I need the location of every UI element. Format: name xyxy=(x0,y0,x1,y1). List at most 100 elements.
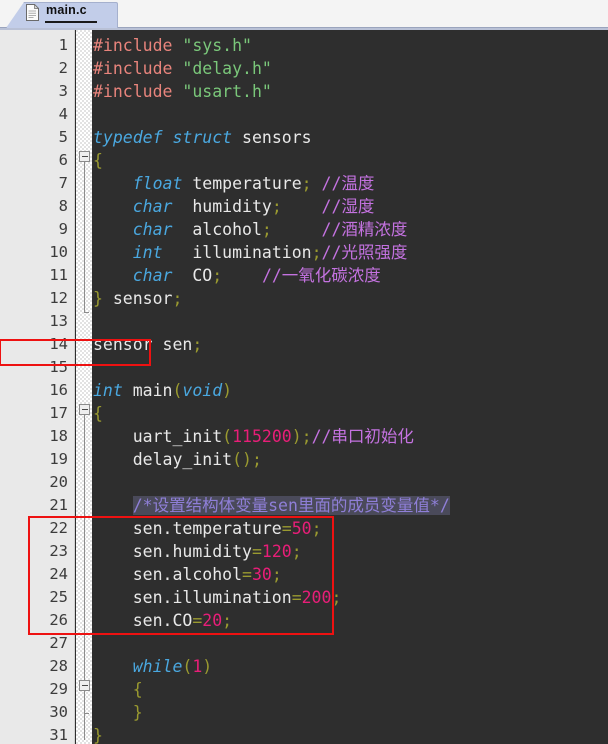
code-line[interactable]: { xyxy=(93,149,103,172)
code-token-pun: ); xyxy=(291,427,312,446)
code-token-brc: { xyxy=(93,404,103,423)
code-token-brc: } xyxy=(132,703,143,722)
code-line[interactable]: uart_init(115200);//串口初始化 xyxy=(93,425,414,448)
code-line[interactable]: sen.humidity=120; xyxy=(93,540,302,563)
code-line[interactable]: int main(void) xyxy=(93,379,232,402)
code-token-pun: ( xyxy=(222,427,233,446)
line-number: 30 xyxy=(49,703,68,721)
code-token-num: 20 xyxy=(202,611,223,630)
code-token-kw: int xyxy=(132,243,163,262)
code-token-kw: while xyxy=(132,657,183,676)
code-token-id xyxy=(93,197,133,216)
code-line[interactable]: #include "delay.h" xyxy=(93,57,272,80)
line-number: 19 xyxy=(49,450,68,468)
code-line[interactable]: #include "usart.h" xyxy=(93,80,272,103)
code-token-str: "usart.h" xyxy=(182,82,272,101)
code-token-pun: ; xyxy=(331,588,342,607)
code-token-kw: struct xyxy=(172,128,233,147)
code-token-id xyxy=(172,36,182,55)
code-line[interactable]: { xyxy=(93,678,143,701)
code-token-brc: { xyxy=(132,680,143,699)
code-token-kw: float xyxy=(132,174,183,193)
code-line[interactable]: #include "sys.h" xyxy=(93,34,252,57)
line-number: 17 xyxy=(49,404,68,422)
code-line[interactable]: sen.temperature=50; xyxy=(93,517,322,540)
code-token-id: uart_init xyxy=(93,427,223,446)
line-number: 1 xyxy=(58,36,68,54)
code-token-id xyxy=(93,220,133,239)
code-token-kw: typedef xyxy=(93,128,163,147)
code-token-pun: ) xyxy=(202,657,213,676)
code-token-cmt: //串口初始化 xyxy=(311,427,414,446)
line-number: 21 xyxy=(49,496,68,514)
code-line[interactable]: } xyxy=(93,724,103,744)
code-token-id xyxy=(172,82,182,101)
code-line[interactable]: while(1) xyxy=(93,655,212,678)
code-token-pp: #include xyxy=(93,59,173,78)
code-token-cmt: //一氧化碳浓度 xyxy=(261,266,381,285)
code-line[interactable]: char alcohol; //酒精浓度 xyxy=(93,218,408,241)
code-token-num: 50 xyxy=(291,519,312,538)
code-token-pun: ; xyxy=(261,220,272,239)
code-token-id xyxy=(172,59,182,78)
code-token-id: humidity xyxy=(172,197,272,216)
code-line[interactable]: { xyxy=(93,402,103,425)
code-line[interactable]: char CO; //一氧化碳浓度 xyxy=(93,264,381,287)
line-number: 5 xyxy=(58,128,68,146)
code-token-cmt: //光照强度 xyxy=(321,243,408,262)
code-line[interactable]: } xyxy=(93,701,143,724)
code-token-pun: = xyxy=(291,588,302,607)
code-token-pun: ; xyxy=(271,565,282,584)
code-token-id xyxy=(222,266,262,285)
code-token-cmt2: /*设置结构体变量sen里面的成员变量值*/ xyxy=(132,496,450,515)
line-number: 9 xyxy=(58,220,68,238)
code-line[interactable]: /*设置结构体变量sen里面的成员变量值*/ xyxy=(93,494,450,517)
code-token-id: alcohol xyxy=(172,220,262,239)
code-folding-column[interactable] xyxy=(76,30,92,744)
code-token-pp: #include xyxy=(93,82,173,101)
editor-surface[interactable]: 1 2 3 4 5 6 7 8 9 10 11 12 13 14 15 16 17 18 19 20 21 22 23 24 2… xyxy=(0,28,608,744)
fold-toggle-line-6[interactable] xyxy=(79,151,90,162)
line-number: 24 xyxy=(49,565,68,583)
line-number: 12 xyxy=(49,289,68,307)
code-token-id: delay_init xyxy=(93,450,233,469)
tab-bar: main.c xyxy=(0,0,608,28)
code-token-id xyxy=(93,703,133,722)
code-line[interactable]: sensor sen; xyxy=(93,333,202,356)
code-token-id: sensor xyxy=(102,289,173,308)
code-token-pp: #include xyxy=(93,36,173,55)
code-line[interactable]: sen.alcohol=30; xyxy=(93,563,282,586)
line-number: 26 xyxy=(49,611,68,629)
fold-toggle-line-17[interactable] xyxy=(79,404,90,415)
line-number-gutter: 1 2 3 4 5 6 7 8 9 10 11 12 13 14 15 16 17 18 19 20 21 22 23 24 2… xyxy=(0,30,75,744)
code-token-pun: ; xyxy=(192,335,203,354)
code-token-num: 200 xyxy=(301,588,332,607)
tab-main-c-content[interactable]: main.c xyxy=(0,0,112,26)
fold-toggle-line-29[interactable] xyxy=(79,680,90,691)
code-line[interactable]: int illumination;//光照强度 xyxy=(93,241,408,264)
code-token-pun: (); xyxy=(232,450,262,469)
code-token-pun: ; xyxy=(301,174,312,193)
code-line[interactable]: char humidity; //湿度 xyxy=(93,195,375,218)
code-token-num: 115200 xyxy=(232,427,292,446)
code-text-area[interactable]: #include "sys.h" #include "delay.h" #inclu… xyxy=(93,30,608,744)
fold-guide-end-line-6 xyxy=(84,312,89,313)
code-line[interactable]: } sensor; xyxy=(93,287,182,310)
code-line[interactable]: sen.illumination=200; xyxy=(93,586,342,609)
line-number: 4 xyxy=(58,105,68,123)
line-number: 2 xyxy=(58,59,68,77)
code-token-num: 30 xyxy=(251,565,272,584)
code-line[interactable]: typedef struct sensors xyxy=(93,126,312,149)
document-icon xyxy=(26,4,39,21)
line-number: 3 xyxy=(58,82,68,100)
code-line[interactable]: sen.CO=20; xyxy=(93,609,232,632)
code-token-pun: ( xyxy=(182,657,193,676)
code-token-pun: ; xyxy=(291,542,302,561)
code-line[interactable]: delay_init(); xyxy=(93,448,262,471)
code-token-pun: ) xyxy=(222,381,233,400)
code-line[interactable]: float temperature; //温度 xyxy=(93,172,375,195)
code-token-id: main xyxy=(122,381,173,400)
code-token-id xyxy=(93,243,133,262)
code-token-brc: } xyxy=(93,726,103,744)
line-number: 16 xyxy=(49,381,68,399)
